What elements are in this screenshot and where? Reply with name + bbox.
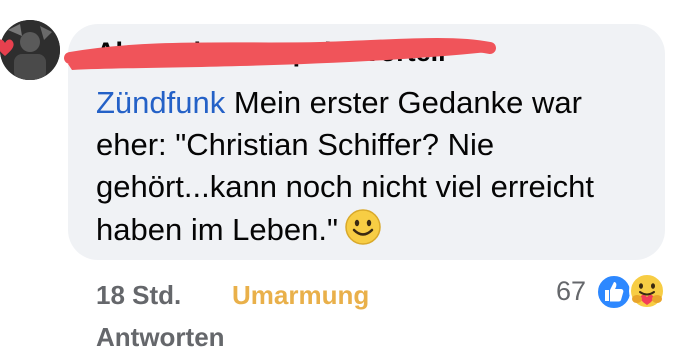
comment-timestamp[interactable]: 18 Std. <box>96 280 181 311</box>
reaction-button[interactable]: Umarmung <box>232 280 369 311</box>
mention-link[interactable]: Zündfunk <box>96 85 225 120</box>
smiling-face-icon <box>345 209 381 245</box>
comment-text: Zündfunk Mein erster Gedanke war eher: "… <box>96 82 656 251</box>
reaction-count[interactable]: 67 <box>556 276 586 307</box>
heart-icon <box>0 39 14 56</box>
care-icon[interactable] <box>627 271 667 311</box>
redaction-scribble <box>64 37 496 70</box>
reply-button[interactable]: Antworten <box>96 322 225 353</box>
